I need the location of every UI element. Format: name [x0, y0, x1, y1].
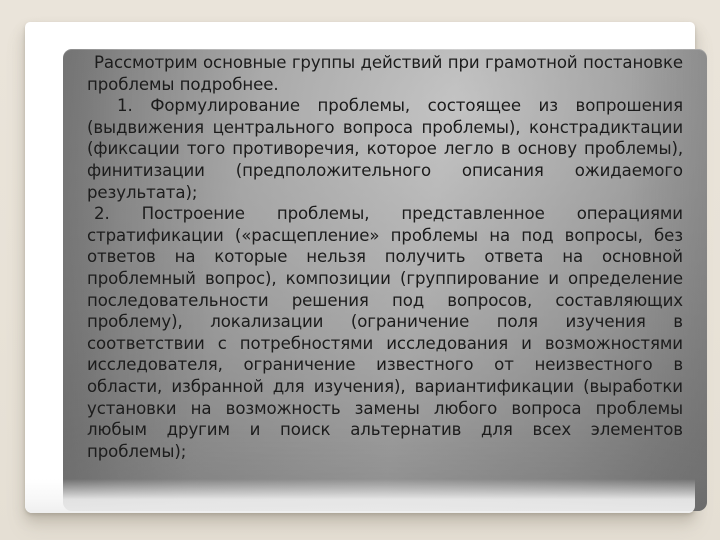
slide-card: Рассмотрим основные группы действий при …: [25, 22, 707, 513]
paragraph-intro: Рассмотрим основные группы действий при …: [87, 53, 683, 94]
slide-root: Рассмотрим основные группы действий при …: [0, 0, 720, 540]
paragraph-item-2: 2. Построение проблемы, представленное о…: [87, 204, 683, 461]
content-panel: Рассмотрим основные группы действий при …: [63, 49, 707, 511]
slide-body-text: Рассмотрим основные группы действий при …: [87, 52, 683, 462]
paragraph-item-1: 1. Формулирование проблемы, состоящее из…: [87, 96, 683, 202]
